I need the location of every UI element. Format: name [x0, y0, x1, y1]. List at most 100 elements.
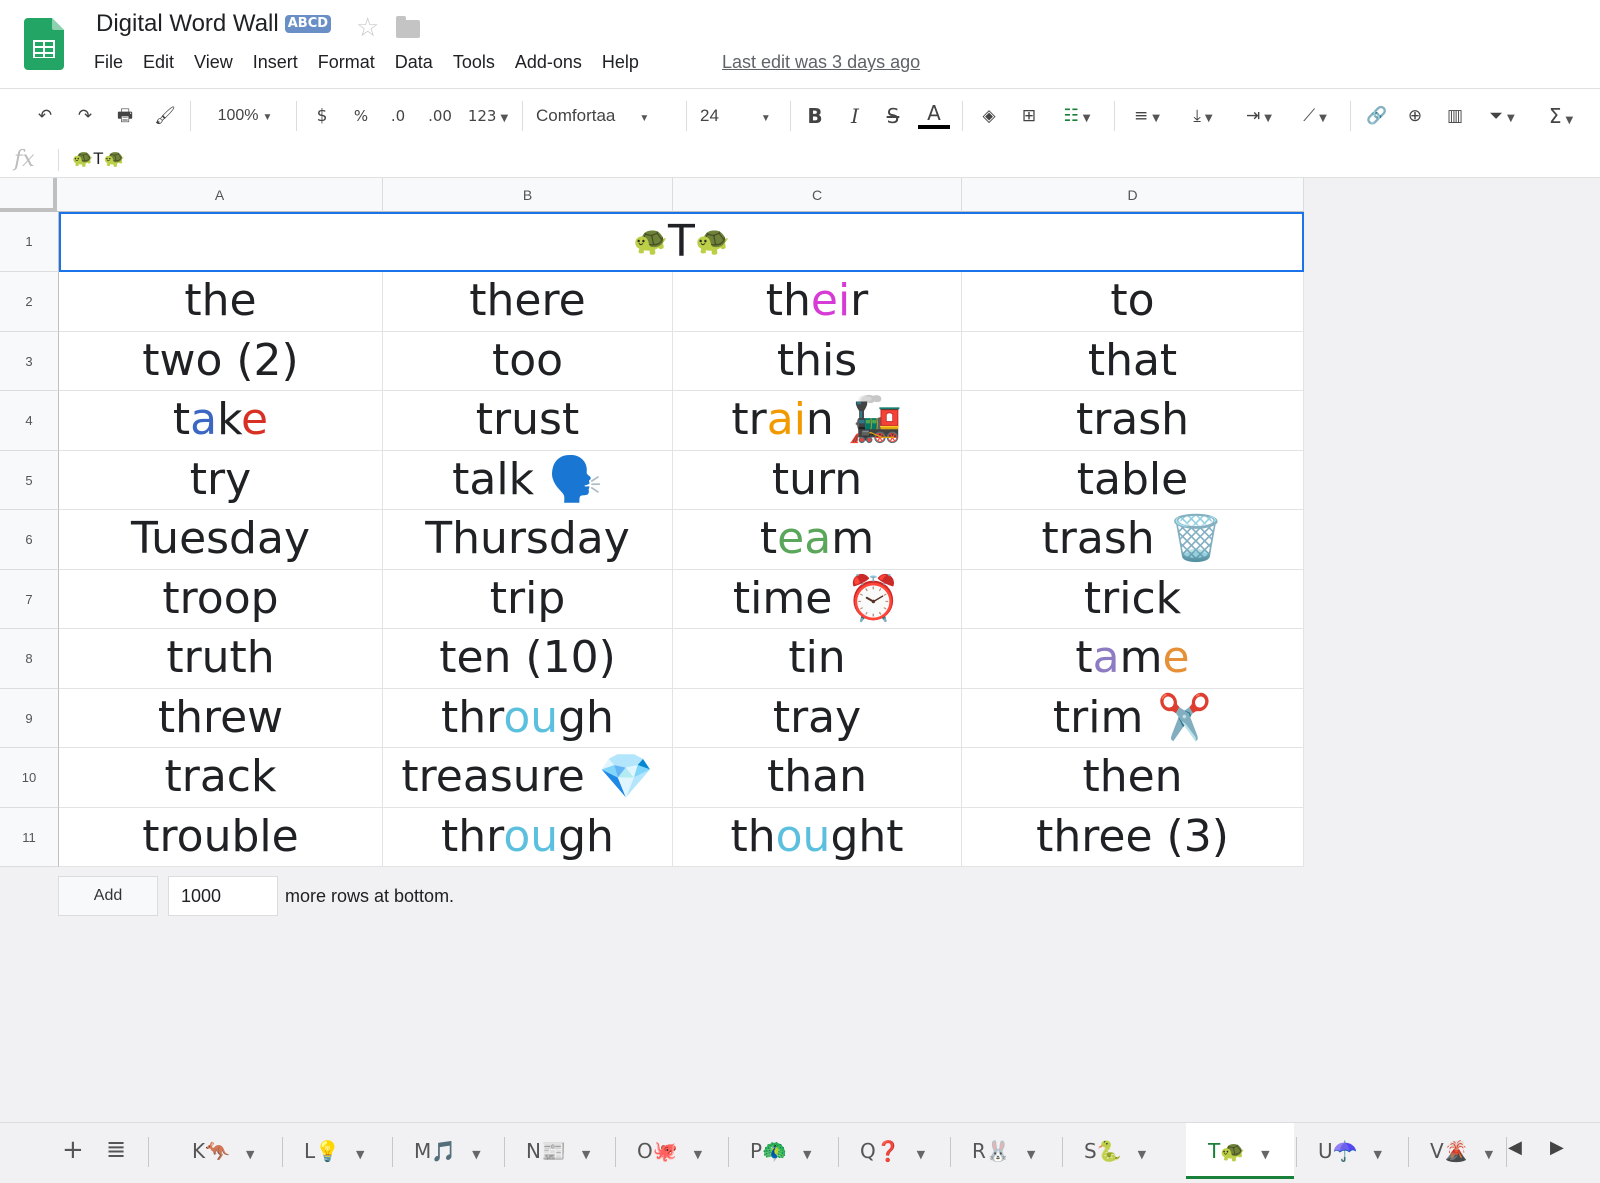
chevron-down-icon[interactable]: ▼	[1374, 1148, 1382, 1161]
filter-icon[interactable]: ⏷ ▼	[1478, 101, 1526, 131]
row-header-10[interactable]: 10	[0, 748, 59, 808]
insert-link-icon[interactable]: 🔗	[1362, 101, 1392, 131]
row-header-2[interactable]: 2	[0, 272, 59, 332]
menu-view[interactable]: View	[184, 52, 243, 73]
column-header-d[interactable]: D	[962, 178, 1304, 212]
font-size-select[interactable]: 24 ▼	[700, 101, 780, 131]
chevron-down-icon[interactable]: ▼	[917, 1148, 925, 1161]
cell-b6[interactable]: Thursday	[383, 510, 673, 570]
chevron-down-icon[interactable]: ▼	[694, 1148, 702, 1161]
all-sheets-icon[interactable]: ≣	[106, 1135, 126, 1163]
horizontal-align-icon[interactable]: ≡ ▼	[1124, 101, 1170, 131]
row-header-5[interactable]: 5	[0, 450, 59, 510]
cell-c10[interactable]: than	[673, 748, 962, 808]
cell-a6[interactable]: Tuesday	[59, 510, 383, 570]
folder-icon[interactable]	[396, 16, 420, 38]
last-edit-link[interactable]: Last edit was 3 days ago	[722, 52, 920, 73]
cell-b4[interactable]: trust	[383, 391, 673, 451]
cell-b7[interactable]: trip	[383, 569, 673, 629]
cell-d8[interactable]: tame	[962, 629, 1304, 689]
print-icon[interactable]: 🖶	[110, 101, 140, 131]
sheet-tab-11[interactable]: U☂️ ▼	[1296, 1123, 1406, 1179]
currency-format-button[interactable]: $	[308, 101, 336, 131]
cell-d7[interactable]: trick	[962, 569, 1304, 629]
sheet-tab-4[interactable]: N📰 ▼	[504, 1123, 613, 1179]
sheet-tab-8[interactable]: R🐰 ▼	[950, 1123, 1060, 1179]
functions-button[interactable]: Σ ▼	[1536, 101, 1586, 131]
formula-bar[interactable]: fx 🐢T🐢	[0, 143, 1600, 178]
row-header-4[interactable]: 4	[0, 391, 59, 451]
cell-a7[interactable]: troop	[59, 569, 383, 629]
menu-addons[interactable]: Add-ons	[505, 52, 592, 73]
zoom-select[interactable]: 100% ▼	[205, 101, 285, 131]
add-rows-button[interactable]: Add	[58, 876, 158, 916]
row-header-6[interactable]: 6	[0, 510, 59, 570]
sheet-tab-3[interactable]: M🎵 ▼	[392, 1123, 502, 1179]
cell-d6[interactable]: trash 🗑️	[962, 510, 1304, 570]
italic-button[interactable]: I	[840, 101, 870, 131]
scroll-tabs-right-icon[interactable]: ▶	[1550, 1137, 1564, 1158]
cell-c8[interactable]: tin	[673, 629, 962, 689]
insert-comment-icon[interactable]: ⊕	[1400, 101, 1430, 131]
merge-cells-icon[interactable]: ☷ ▼	[1052, 101, 1102, 131]
cell-c3[interactable]: this	[673, 331, 962, 391]
vertical-align-icon[interactable]: ⤓ ▼	[1180, 101, 1226, 131]
cell-b3[interactable]: too	[383, 331, 673, 391]
cell-b8[interactable]: ten (10)	[383, 629, 673, 689]
chevron-down-icon[interactable]: ▼	[356, 1148, 364, 1161]
sheet-tab-9[interactable]: S🐍 ▼	[1062, 1123, 1184, 1179]
cell-a2[interactable]: the	[59, 272, 383, 332]
percent-format-button[interactable]: %	[347, 101, 375, 131]
cell-a4[interactable]: take	[59, 391, 383, 451]
paint-format-icon[interactable]: 🖌	[150, 101, 180, 131]
menu-insert[interactable]: Insert	[243, 52, 308, 73]
column-header-b[interactable]: B	[383, 178, 673, 212]
cell-d2[interactable]: to	[962, 272, 1304, 332]
cell-d9[interactable]: trim ✂️	[962, 688, 1304, 748]
cell-a11[interactable]: trouble	[59, 807, 383, 867]
text-wrapping-icon[interactable]: ⇥ ▼	[1236, 101, 1282, 131]
text-color-button[interactable]: A	[918, 101, 950, 129]
menu-data[interactable]: Data	[385, 52, 443, 73]
cell-d5[interactable]: table	[962, 450, 1304, 510]
bold-button[interactable]: B	[800, 101, 830, 131]
font-select[interactable]: Comfortaa ▼	[536, 101, 676, 131]
menu-tools[interactable]: Tools	[443, 52, 505, 73]
rows-count-input[interactable]: 1000	[168, 876, 278, 916]
select-all-corner[interactable]	[0, 178, 57, 212]
document-title[interactable]: Digital Word Wall ABCD	[96, 10, 332, 38]
cell-c7[interactable]: time ⏰	[673, 569, 962, 629]
chevron-down-icon[interactable]: ▼	[1138, 1148, 1146, 1161]
row-header-11[interactable]: 11	[0, 807, 59, 867]
sheet-tab-10[interactable]: T🐢 ▼	[1186, 1123, 1294, 1179]
cell-d3[interactable]: that	[962, 331, 1304, 391]
cell-c5[interactable]: turn	[673, 450, 962, 510]
text-rotation-icon[interactable]: ⟋ ▼	[1292, 101, 1338, 131]
menu-edit[interactable]: Edit	[133, 52, 184, 73]
cell-c2[interactable]: their	[673, 272, 962, 332]
star-icon[interactable]: ☆	[356, 13, 379, 43]
cell-b9[interactable]: through	[383, 688, 673, 748]
cell-b5[interactable]: talk 🗣️	[383, 450, 673, 510]
cell-b10[interactable]: treasure 💎	[383, 748, 673, 808]
cell-c6[interactable]: team	[673, 510, 962, 570]
row-header-7[interactable]: 7	[0, 569, 59, 629]
chevron-down-icon[interactable]: ▼	[1261, 1148, 1269, 1161]
column-header-a[interactable]: A	[57, 178, 383, 212]
sheet-tab-6[interactable]: P🦚 ▼	[728, 1123, 836, 1179]
row-header-8[interactable]: 8	[0, 629, 59, 689]
chevron-down-icon[interactable]: ▼	[246, 1148, 254, 1161]
row-header-9[interactable]: 9	[0, 688, 59, 748]
sheet-tab-7[interactable]: Q❓ ▼	[838, 1123, 948, 1179]
cell-d11[interactable]: three (3)	[962, 807, 1304, 867]
sheet-tab-2[interactable]: L💡 ▼	[282, 1123, 390, 1179]
undo-icon[interactable]: ↶	[30, 101, 60, 131]
decrease-decimal-button[interactable]: .0	[383, 101, 413, 131]
cell-c9[interactable]: tray	[673, 688, 962, 748]
cell-a3[interactable]: two (2)	[59, 331, 383, 391]
insert-chart-icon[interactable]: ▥	[1440, 101, 1470, 131]
scroll-tabs-left-icon[interactable]: ◀	[1508, 1137, 1522, 1158]
menu-format[interactable]: Format	[308, 52, 385, 73]
add-sheet-icon[interactable]: +	[62, 1135, 84, 1165]
sheet-tab-12[interactable]: V🌋 ▼	[1408, 1123, 1504, 1179]
